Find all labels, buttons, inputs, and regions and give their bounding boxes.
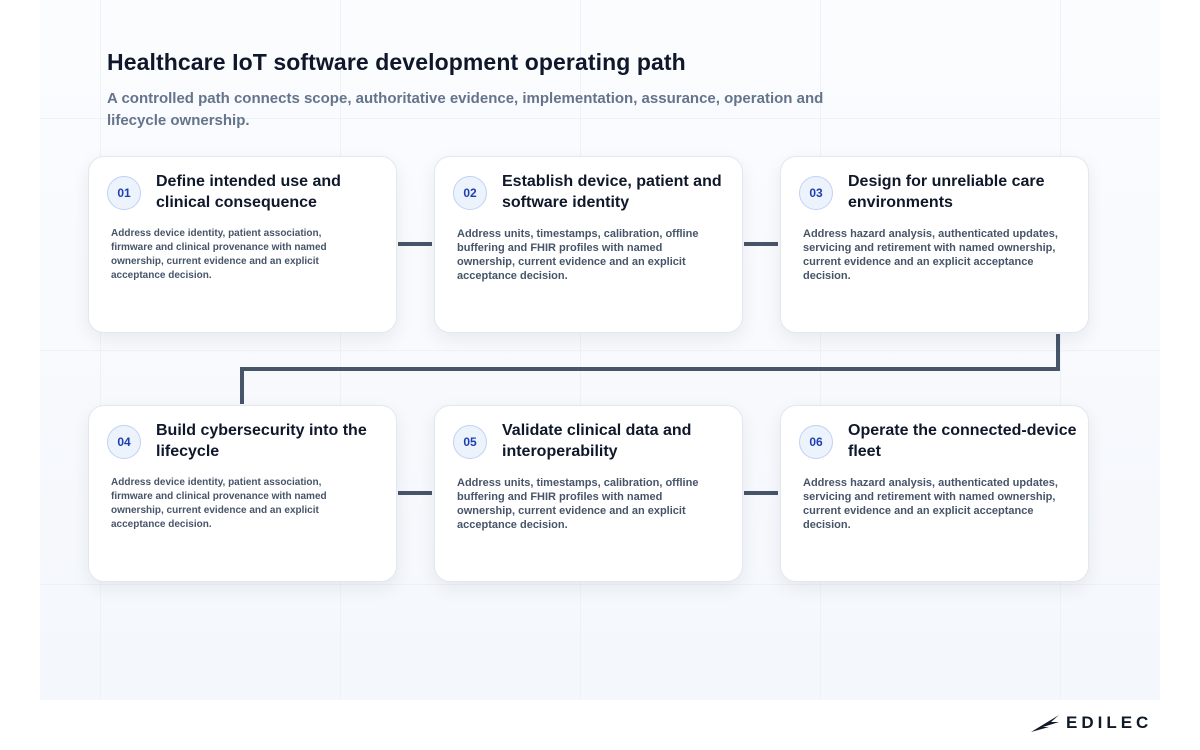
step-description: Address hazard analysis, authenticated u… (803, 477, 1058, 531)
step-card-03: 03 Design for unreliable care environmen… (780, 156, 1089, 333)
step-number-badge: 02 (453, 176, 487, 210)
step-description: Address device identity, patient associa… (111, 477, 327, 530)
step-description: Address hazard analysis, authenticated u… (803, 228, 1058, 282)
step-card-04: 04 Build cybersecurity into the lifecycl… (88, 405, 397, 582)
step-description: Address units, timestamps, calibration, … (457, 477, 699, 531)
step-card-06: 06 Operate the connected-device fleet Ad… (780, 405, 1089, 582)
step-title: Validate clinical data and interoperabil… (502, 422, 692, 460)
step-title: Build cybersecurity into the lifecycle (156, 422, 367, 460)
brand-logo: EDILEC (1030, 710, 1152, 736)
connector-03-04 (240, 334, 1060, 404)
step-card-02: 02 Establish device, patient and softwar… (434, 156, 743, 333)
step-title: Establish device, patient and software i… (502, 173, 722, 211)
step-card-01: 01 Define intended use and clinical cons… (88, 156, 397, 333)
step-title: Operate the connected-device fleet (848, 422, 1077, 460)
step-description: Address units, timestamps, calibration, … (457, 228, 699, 282)
step-description: Address device identity, patient associa… (111, 228, 327, 281)
brand-logo-text: EDILEC (1066, 713, 1153, 732)
step-title: Design for unreliable care environments (848, 173, 1045, 211)
step-number-badge: 01 (107, 176, 141, 210)
step-title: Define intended use and clinical consequ… (156, 173, 341, 211)
step-number-badge: 03 (799, 176, 833, 210)
step-number-badge: 04 (107, 425, 141, 459)
step-number-badge: 06 (799, 425, 833, 459)
edilec-wing-logo-icon (1031, 715, 1059, 732)
connector-lines (240, 242, 1060, 495)
step-card-05: 05 Validate clinical data and interopera… (434, 405, 743, 582)
step-number-badge: 05 (453, 425, 487, 459)
